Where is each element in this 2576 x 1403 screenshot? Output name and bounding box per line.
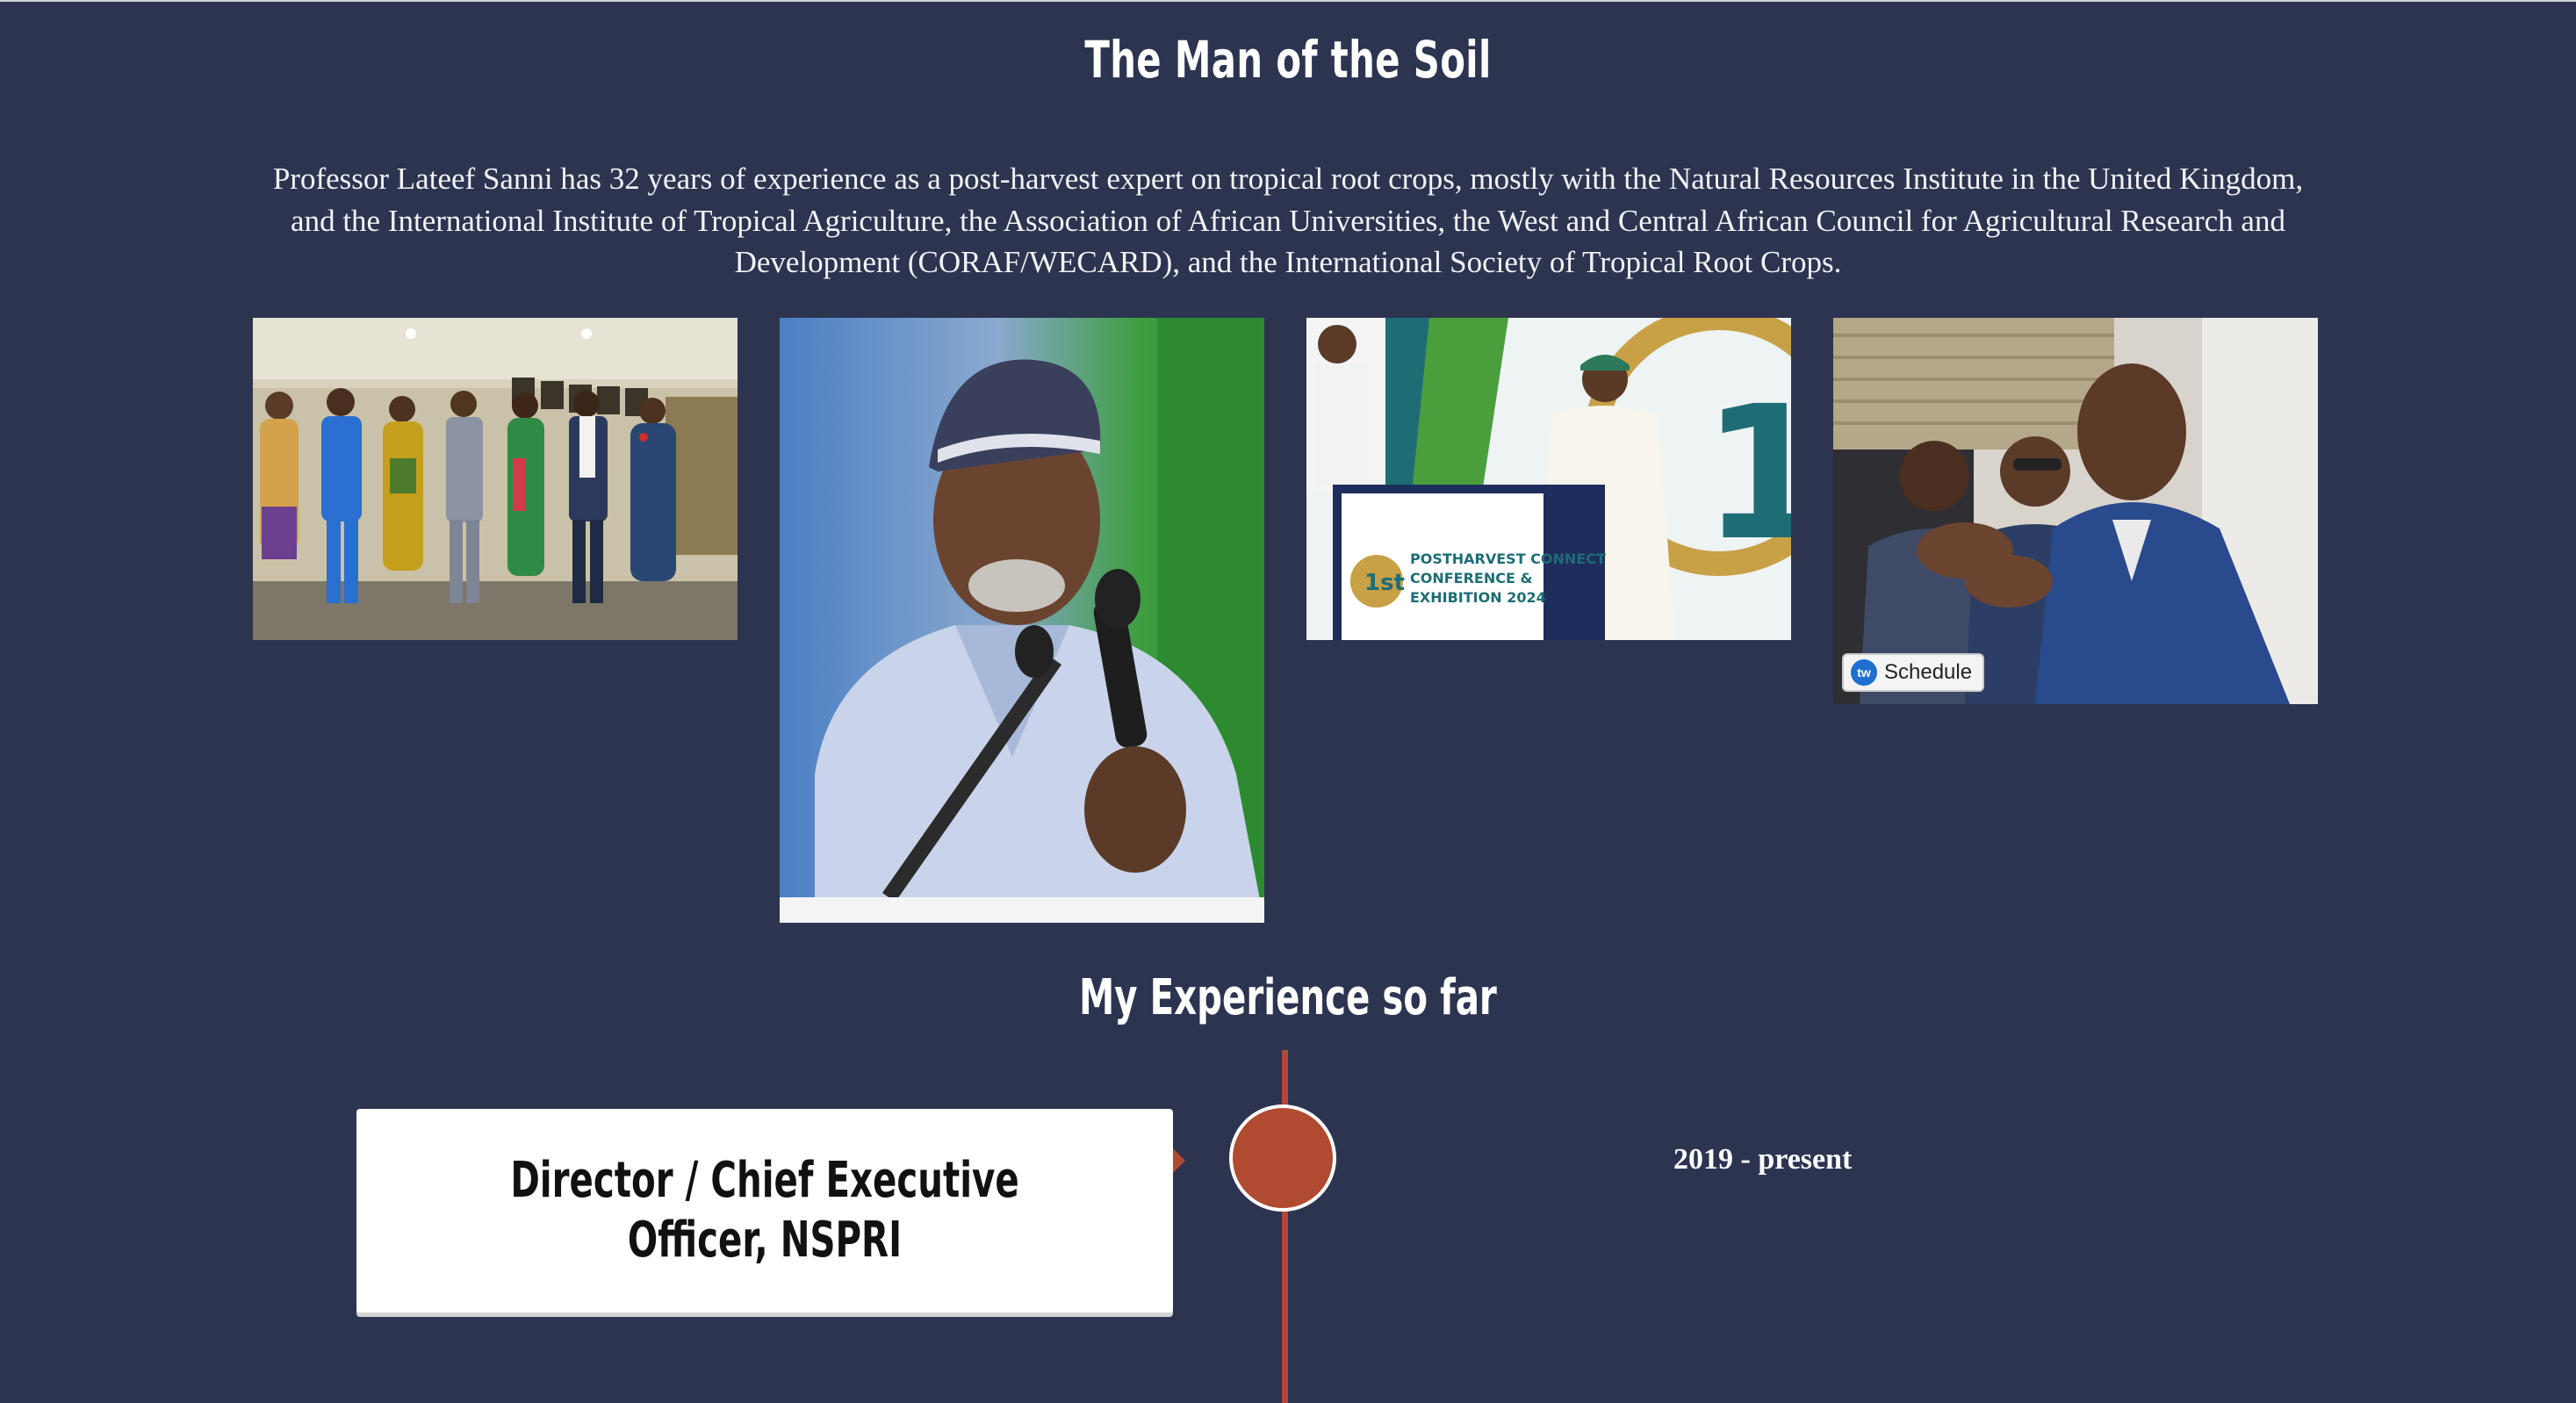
meeting-photo (1833, 318, 2318, 704)
page-title: The Man of the Soil (1084, 30, 1492, 90)
experience-card: Director / Chief Executive Officer, NSPR… (356, 1109, 1173, 1313)
timeline-line (1282, 1050, 1288, 1403)
portrait-photo (780, 318, 1264, 923)
conference-podium-photo: 1s 1st POSTHARVEST CONNECT CONFERENCE & … (1306, 318, 1791, 640)
card-pointer (1173, 1148, 1185, 1173)
schedule-logo-icon: tw (1851, 659, 1877, 686)
experience-role: Director / Chief Executive Officer, NSPR… (510, 1152, 1019, 1269)
experience-section-title: My Experience so far (1079, 969, 1497, 1026)
svg-text:EXHIBITION 2024: EXHIBITION 2024 (1410, 589, 1546, 606)
group-photo (253, 318, 738, 640)
svg-text:1s: 1s (1702, 366, 1791, 581)
schedule-button-label: Schedule (1884, 660, 1973, 684)
svg-text:POSTHARVEST CONNECT: POSTHARVEST CONNECT (1410, 550, 1606, 567)
timeline-dot (1229, 1104, 1336, 1212)
badge-text: 1st (1364, 570, 1405, 596)
experience-period: 2019 - present (1673, 1143, 1853, 1176)
intro-paragraph: Professor Lateef Sanni has 32 years of e… (272, 162, 2304, 279)
top-border (0, 0, 2576, 2)
schedule-button[interactable]: tw Schedule (1842, 653, 1985, 692)
svg-text:CONFERENCE &: CONFERENCE & (1410, 570, 1532, 586)
